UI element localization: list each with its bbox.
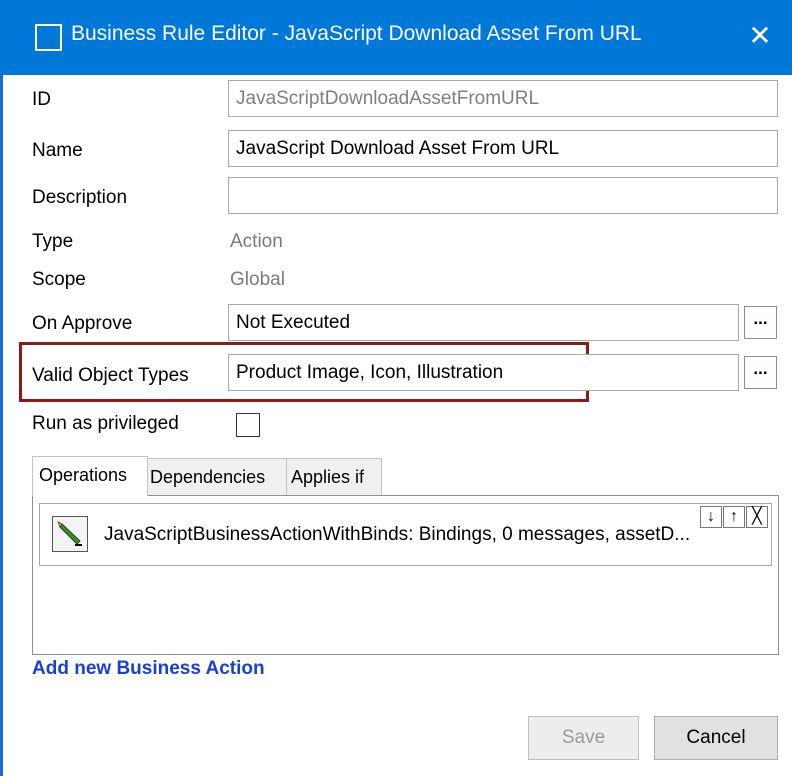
tab-operations[interactable]: Operations <box>32 456 148 496</box>
on-approve-label: On Approve <box>32 313 133 334</box>
save-button[interactable]: Save <box>528 716 639 760</box>
on-approve-browse-button[interactable]: ... <box>744 306 777 339</box>
move-up-button[interactable]: ↑ <box>723 506 745 528</box>
type-label: Type <box>32 231 74 252</box>
valid-object-types-label: Valid Object Types <box>32 365 189 386</box>
title-bar: Business Rule Editor - JavaScript Downlo… <box>0 0 792 75</box>
run-privileged-checkbox[interactable] <box>236 413 260 437</box>
scope-label: Scope <box>32 269 86 290</box>
valid-object-types-field[interactable]: Product Image, Icon, Illustration <box>228 354 739 391</box>
window-icon <box>35 24 62 51</box>
edit-pencil-icon[interactable] <box>52 516 88 552</box>
name-field[interactable]: JavaScript Download Asset From URL <box>228 130 778 167</box>
description-field[interactable] <box>228 177 778 214</box>
cancel-button[interactable]: Cancel <box>654 716 778 760</box>
close-button[interactable]: ✕ <box>728 0 792 75</box>
scope-value: Global <box>230 269 285 290</box>
id-field: JavaScriptDownloadAssetFromURL <box>228 80 778 117</box>
name-label: Name <box>32 140 83 161</box>
valid-object-types-browse-button[interactable]: ... <box>744 356 777 389</box>
operation-item[interactable]: JavaScriptBusinessActionWithBinds: Bindi… <box>39 503 772 566</box>
description-label: Description <box>32 187 128 208</box>
type-value: Action <box>230 231 283 252</box>
add-business-action-link[interactable]: Add new Business Action <box>32 658 265 680</box>
window-border <box>0 75 3 776</box>
move-down-button[interactable]: ↓ <box>700 506 722 528</box>
tab-dependencies[interactable]: Dependencies <box>147 458 287 496</box>
remove-operation-button[interactable]: ╳ <box>746 506 768 528</box>
run-privileged-label: Run as privileged <box>32 413 179 434</box>
id-label: ID <box>32 89 51 110</box>
on-approve-field[interactable]: Not Executed <box>228 304 739 341</box>
window-title: Business Rule Editor - JavaScript Downlo… <box>71 22 642 45</box>
operation-description: JavaScriptBusinessActionWithBinds: Bindi… <box>104 524 691 545</box>
tab-applies-if[interactable]: Applies if <box>286 458 382 496</box>
